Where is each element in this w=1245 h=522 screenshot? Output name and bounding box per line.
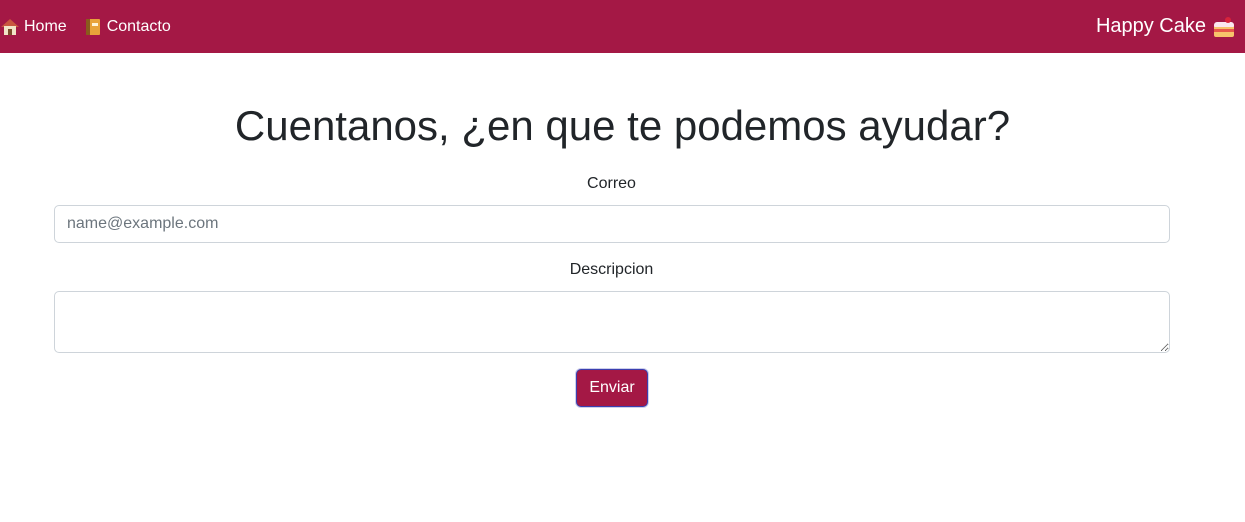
description-label: Descripcion <box>569 261 654 278</box>
house-icon <box>1 18 19 36</box>
brand-label: Happy Cake <box>1095 15 1206 37</box>
nav-link-contacto[interactable]: Contacto <box>84 18 171 36</box>
send-button[interactable]: Enviar <box>576 369 648 407</box>
page-title: Cuentanos, ¿en que te podemos ayudar? <box>234 102 1011 149</box>
nav-links: Home Contacto <box>0 0 171 53</box>
notebook-icon <box>84 18 102 36</box>
cake-icon <box>1213 16 1235 38</box>
nav-link-home[interactable]: Home <box>1 18 67 36</box>
email-label: Correo <box>587 175 636 192</box>
nav-link-home-label: Home <box>24 17 67 35</box>
nav-link-contacto-label: Contacto <box>106 17 171 35</box>
email-field[interactable] <box>54 205 1170 243</box>
top-navbar: Home Contacto Happy Cake <box>0 0 1245 53</box>
brand-link[interactable]: Happy Cake <box>1096 15 1235 38</box>
description-textarea[interactable] <box>54 291 1170 353</box>
